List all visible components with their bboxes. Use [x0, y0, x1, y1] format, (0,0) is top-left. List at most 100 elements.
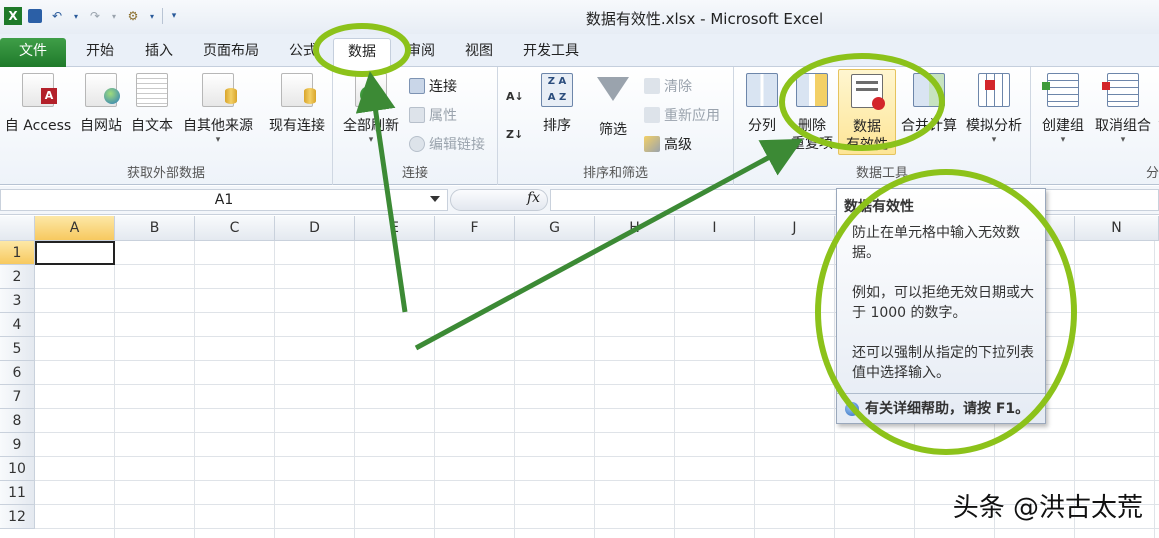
- text-to-columns-button[interactable]: 分列: [740, 73, 784, 135]
- data-validation-button[interactable]: 数据 有效性: [838, 69, 896, 155]
- chevron-down-icon: ▾: [368, 135, 374, 145]
- group-label: 数据工具: [855, 166, 908, 181]
- row-header[interactable]: 11: [0, 481, 35, 505]
- tooltip-paragraph: 例如，可以拒绝无效日期或大于 1000 的数字。: [852, 285, 1034, 321]
- row-header[interactable]: 6: [0, 361, 35, 385]
- group-label: 排序和筛选: [582, 166, 648, 181]
- from-web-button[interactable]: 自网站: [76, 73, 126, 135]
- row-header[interactable]: 9: [0, 433, 35, 457]
- edit-links-icon: [409, 136, 425, 152]
- remove-duplicates-button[interactable]: 删除 重复项: [788, 73, 836, 153]
- tooltip-body: 防止在单元格中输入无效数据。 例如，可以拒绝无效日期或大于 1000 的数字。 …: [852, 223, 1038, 403]
- row-header[interactable]: 1: [0, 241, 35, 265]
- select-all-corner[interactable]: [0, 216, 35, 241]
- column-header[interactable]: B: [115, 216, 195, 241]
- watermark: 头条 @洪古太荒: [952, 493, 1143, 523]
- row-header[interactable]: 3: [0, 289, 35, 313]
- column-header[interactable]: C: [195, 216, 275, 241]
- from-access-button[interactable]: A 自 Access: [2, 73, 74, 135]
- connections-icon: [409, 78, 425, 94]
- properties-button[interactable]: 属性: [409, 104, 457, 126]
- connections-button[interactable]: 连接: [409, 75, 457, 97]
- access-icon: A: [22, 73, 57, 107]
- sort-az-button[interactable]: A↓: [506, 85, 524, 107]
- chevron-down-icon: ▾: [1060, 135, 1066, 145]
- name-box-dropdown-icon[interactable]: [430, 196, 440, 202]
- existing-connections-button[interactable]: 现有连接: [264, 73, 330, 135]
- row-header[interactable]: 5: [0, 337, 35, 361]
- tab-data[interactable]: 数据: [333, 38, 391, 67]
- tab-formulas[interactable]: 公式: [278, 38, 328, 67]
- tooltip-paragraph: 还可以强制从指定的下拉列表值中选择输入。: [852, 345, 1034, 381]
- tooltip-paragraph: 防止在单元格中输入无效数据。: [852, 225, 1020, 261]
- reapply-button[interactable]: 重新应用: [644, 104, 720, 126]
- tab-view[interactable]: 视图: [452, 38, 506, 67]
- tab-page-layout[interactable]: 页面布局: [192, 38, 270, 67]
- help-icon: [845, 401, 859, 416]
- sort-button[interactable]: Z AA Z 排序: [536, 73, 578, 135]
- group-label: 分: [1145, 166, 1159, 181]
- refresh-all-button[interactable]: 全部刷新 ▾: [339, 73, 403, 145]
- data-validation-tooltip: 数据有效性 防止在单元格中输入无效数据。 例如，可以拒绝无效日期或大于 1000…: [836, 188, 1046, 424]
- column-header[interactable]: F: [435, 216, 515, 241]
- remove-duplicates-icon: [796, 73, 828, 107]
- row-header[interactable]: 7: [0, 385, 35, 409]
- filter-funnel-icon: [597, 77, 629, 101]
- column-header[interactable]: N: [1075, 216, 1159, 241]
- advanced-filter-button[interactable]: 高级: [644, 133, 692, 155]
- from-text-button[interactable]: 自文本: [127, 73, 177, 135]
- tab-file[interactable]: 文件: [0, 38, 66, 67]
- from-other-sources-button[interactable]: 自其他来源 ▾: [178, 73, 258, 145]
- column-header[interactable]: J: [755, 216, 835, 241]
- column-header[interactable]: E: [355, 216, 435, 241]
- ribbon: A 自 Access 自网站 自文本 自其他来源 ▾ 现有连接 获取外部数据 全…: [0, 67, 1159, 185]
- sort-az-icon: A↓: [506, 89, 524, 103]
- what-if-analysis-icon: [978, 73, 1010, 107]
- filter-button[interactable]: 筛选: [592, 73, 634, 139]
- column-header[interactable]: I: [675, 216, 755, 241]
- column-header[interactable]: A: [35, 216, 115, 241]
- clear-button[interactable]: 清除: [644, 75, 692, 97]
- group-label: 连接: [401, 166, 428, 181]
- clear-filter-icon: [644, 78, 660, 94]
- row-header[interactable]: 12: [0, 505, 35, 529]
- row-header[interactable]: 2: [0, 265, 35, 289]
- ungroup-icon: [1102, 73, 1139, 107]
- row-header[interactable]: 4: [0, 313, 35, 337]
- column-header[interactable]: G: [515, 216, 595, 241]
- sort-za-button[interactable]: Z↓: [506, 123, 523, 145]
- group-get-external-data: A 自 Access 自网站 自文本 自其他来源 ▾ 现有连接 获取外部数据: [0, 67, 333, 185]
- group-data-tools: 分列 删除 重复项 数据 有效性 合并计算 模拟分析 ▾ 数据工具: [734, 67, 1031, 185]
- tab-review[interactable]: 审阅: [396, 38, 446, 67]
- insert-function-icon[interactable]: fx: [527, 190, 540, 206]
- tab-insert[interactable]: 插入: [132, 38, 186, 67]
- consolidate-icon: [913, 73, 945, 107]
- tooltip-title: 数据有效性: [844, 199, 914, 215]
- tab-home[interactable]: 开始: [72, 38, 128, 67]
- edit-links-button[interactable]: 编辑链接: [409, 133, 485, 155]
- refresh-icon: [355, 73, 387, 107]
- chevron-down-icon: ▾: [1120, 135, 1126, 145]
- what-if-analysis-button[interactable]: 模拟分析 ▾: [962, 73, 1026, 145]
- column-header[interactable]: H: [595, 216, 675, 241]
- group-icon: [1042, 73, 1079, 107]
- subtotal-button[interactable]: 分: [1155, 113, 1159, 133]
- group-connections: 全部刷新 ▾ 连接 属性 编辑链接 连接: [333, 67, 498, 185]
- selected-cell-a1[interactable]: [35, 241, 115, 265]
- row-header[interactable]: 8: [0, 409, 35, 433]
- column-header[interactable]: D: [275, 216, 355, 241]
- group-button[interactable]: 创建组 ▾: [1035, 73, 1091, 145]
- ungroup-button[interactable]: 取消组合 ▾: [1093, 73, 1153, 145]
- sort-za-icon: Z↓: [506, 127, 524, 141]
- group-outline: 创建组 ▾ 取消组合 ▾ 分 分: [1031, 67, 1159, 185]
- text-file-icon: [136, 73, 168, 107]
- tab-developer[interactable]: 开发工具: [512, 38, 590, 67]
- title-bar: X ↶ ▾ ↷ ▾ ⚙ ▾ ▾ 数据有效性.xlsx - Microsoft E…: [0, 0, 1159, 34]
- existing-connections-icon: [281, 73, 316, 107]
- properties-icon: [409, 107, 425, 123]
- group-sort-filter: A↓ Z↓ Z AA Z 排序 筛选 清除 重新应用 高级 排序和筛选: [498, 67, 734, 185]
- advanced-filter-icon: [644, 136, 660, 152]
- name-box[interactable]: A1: [0, 189, 448, 211]
- consolidate-button[interactable]: 合并计算: [900, 73, 958, 135]
- row-header[interactable]: 10: [0, 457, 35, 481]
